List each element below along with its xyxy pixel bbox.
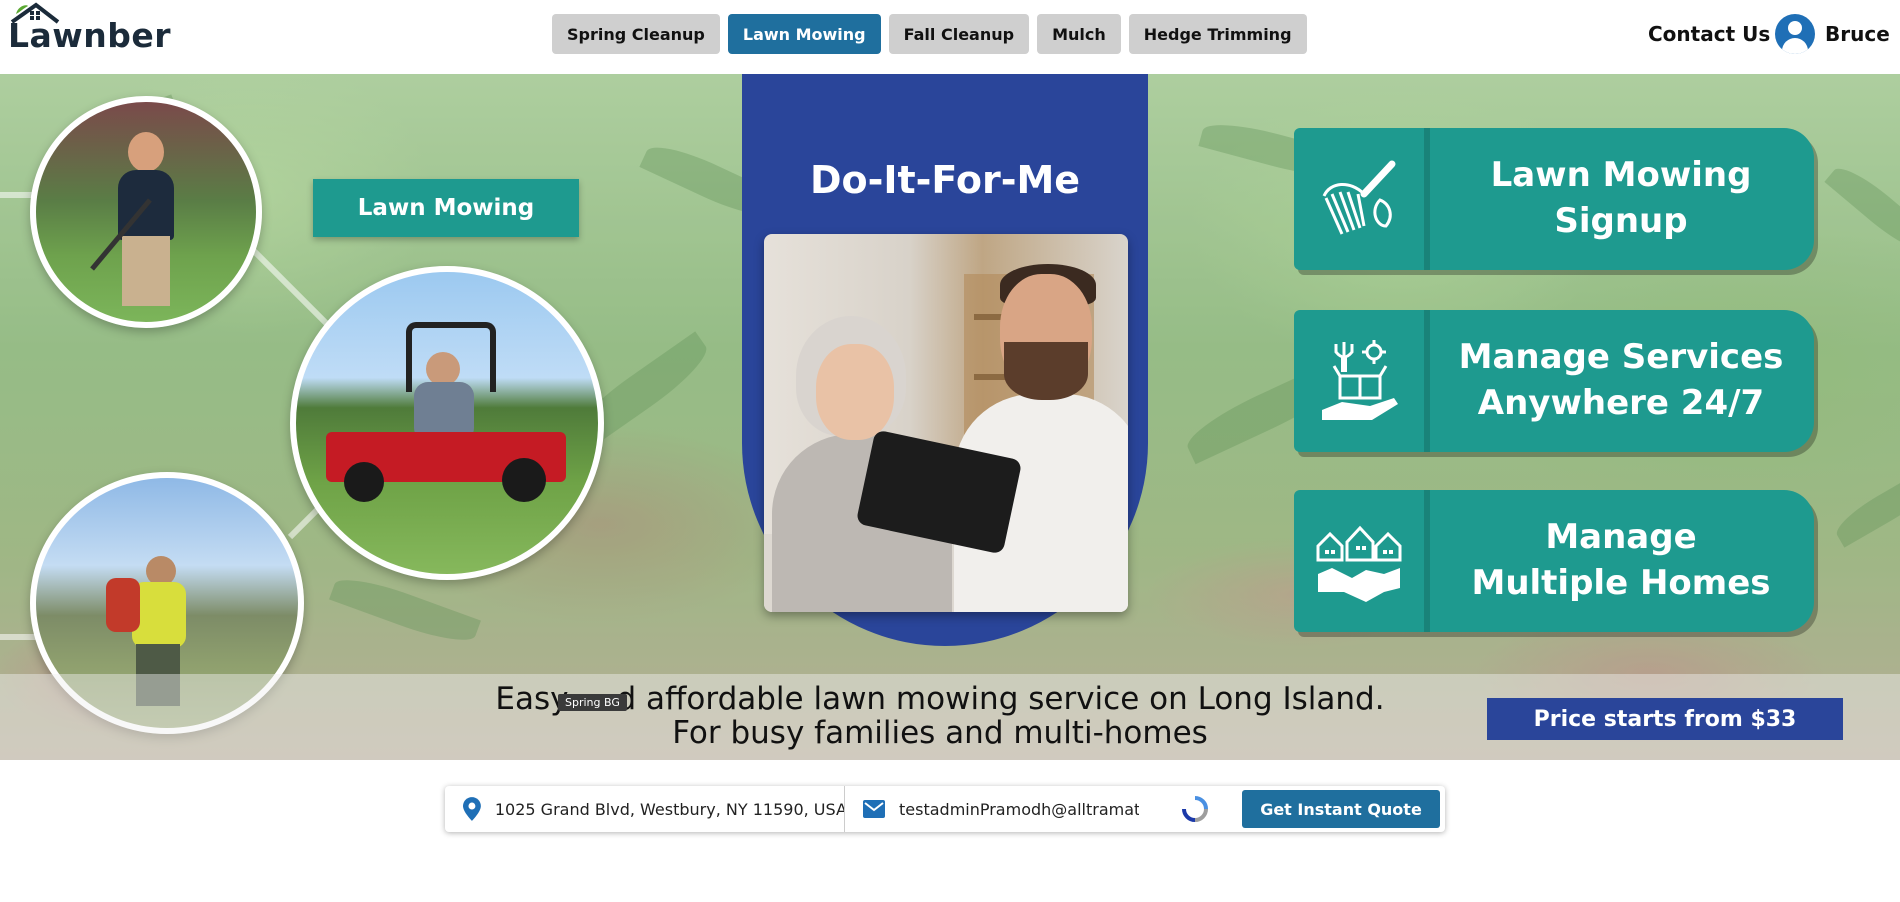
manage-services-button[interactable]: Manage Services Anywhere 24/7 — [1294, 310, 1814, 452]
tagline-line2: For busy families and multi-homes — [672, 715, 1208, 752]
nav-hedge-trimming[interactable]: Hedge Trimming — [1128, 14, 1307, 54]
manage-multiple-homes-button[interactable]: Manage Multiple Homes — [1294, 490, 1814, 632]
contact-us-link[interactable]: Contact Us — [1648, 22, 1770, 46]
trimmer-photo — [30, 96, 262, 328]
hero-banner: Lawn Mowing Do-It-For-Me Lawn Mowing Sig… — [0, 74, 1900, 760]
address-value[interactable]: 1025 Grand Blvd, Westbury, NY 11590, USA — [495, 800, 844, 819]
nav-lawn-mowing[interactable]: Lawn Mowing — [727, 14, 881, 54]
lawn-mowing-signup-button[interactable]: Lawn Mowing Signup — [1294, 128, 1814, 270]
nav-mulch[interactable]: Mulch — [1037, 14, 1121, 54]
recaptcha-icon[interactable] — [1180, 794, 1210, 824]
get-instant-quote-button[interactable]: Get Instant Quote — [1242, 790, 1440, 828]
map-pin-icon — [463, 797, 481, 821]
tools-box-hand-icon — [1294, 310, 1430, 452]
riding-mower-photo — [290, 266, 604, 580]
user-name[interactable]: Bruce — [1825, 22, 1890, 46]
price-badge: Price starts from $33 — [1487, 698, 1843, 740]
background-tooltip: Spring BG — [558, 694, 627, 711]
nav-spring-cleanup[interactable]: Spring Cleanup — [552, 14, 720, 54]
nav-fall-cleanup[interactable]: Fall Cleanup — [888, 14, 1030, 54]
brand-name: Lawnber — [8, 16, 172, 55]
quote-form: 1025 Grand Blvd, Westbury, NY 11590, USA… — [445, 786, 1445, 832]
lawn-mowing-signup-label: Lawn Mowing Signup — [1490, 155, 1752, 241]
manage-multiple-homes-label: Manage Multiple Homes — [1471, 517, 1771, 603]
tagline-line1-end: d affordable lawn mowing service on Long… — [616, 681, 1385, 717]
houses-handshake-icon — [1294, 490, 1430, 632]
address-field[interactable]: 1025 Grand Blvd, Westbury, NY 11590, USA — [445, 786, 845, 832]
email-value[interactable]: testadminPramodh@alltramatic.com — [899, 800, 1139, 819]
lawnber-logo[interactable]: Lawnber — [8, 2, 171, 58]
mail-icon — [863, 800, 885, 818]
service-label: Lawn Mowing — [313, 179, 579, 237]
user-menu[interactable]: Bruce — [1775, 14, 1890, 54]
manage-services-label: Manage Services Anywhere 24/7 — [1458, 337, 1784, 423]
do-it-for-me-title: Do-It-For-Me — [809, 158, 1081, 202]
couple-tablet-photo — [764, 234, 1128, 612]
tagline: Easy d affordable lawn mowing service on … — [450, 682, 1430, 750]
rake-leaf-icon — [1294, 128, 1430, 270]
email-field[interactable]: testadminPramodh@alltramatic.com — [853, 786, 1153, 832]
user-avatar-icon[interactable] — [1775, 14, 1815, 54]
service-nav: Spring Cleanup Lawn Mowing Fall Cleanup … — [552, 14, 1307, 54]
site-header: Lawnber Spring Cleanup Lawn Mowing Fall … — [0, 0, 1900, 74]
